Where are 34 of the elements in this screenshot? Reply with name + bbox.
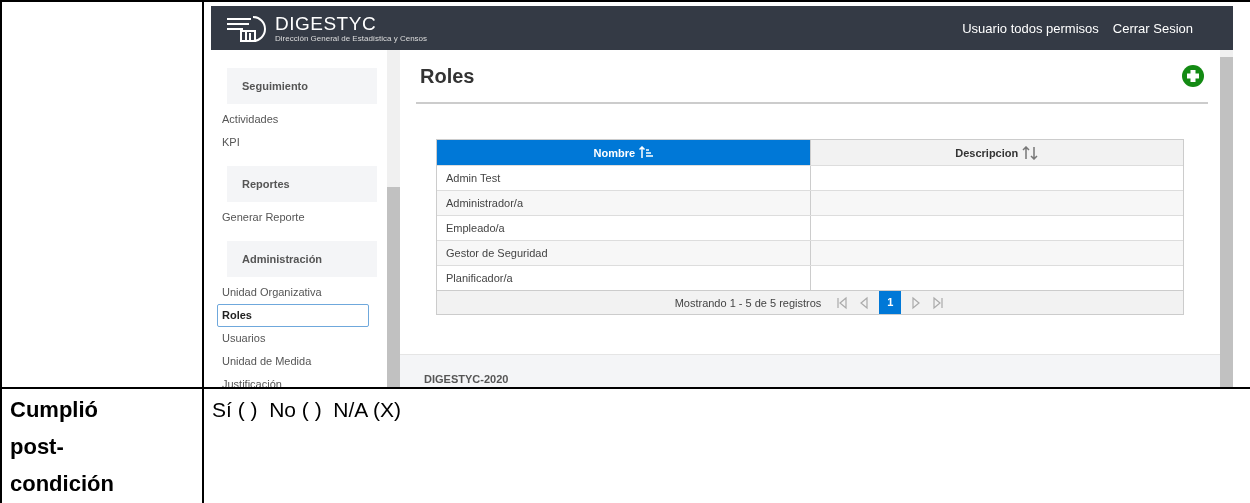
page-button[interactable]: 1	[879, 291, 902, 314]
scrollbar[interactable]	[387, 50, 400, 387]
table-cell-text: Planificador/a	[445, 271, 514, 286]
sidebar-heading: Administración	[227, 241, 377, 277]
logout-link[interactable]: Cerrar Sesion	[1112, 20, 1193, 36]
sidebar-item[interactable]: Unidad Organizativa	[217, 281, 369, 304]
criterion-answer: Sí ( ) No ( ) N/A (X)	[212, 398, 401, 421]
table-cell-text: Admin Test	[445, 171, 502, 186]
first-page-icon[interactable]	[835, 295, 850, 310]
logo-subtitle: Dirección General de Estadística y Censos	[275, 33, 428, 43]
sidebar-heading: Reportes	[227, 166, 377, 202]
criterion-label: Cumplió post-condición	[10, 396, 115, 498]
sidebar-item[interactable]: Generar Reporte	[217, 206, 369, 229]
table-cell-text: Empleado/a	[445, 221, 506, 236]
column-header[interactable]: Descripcion	[809, 140, 1183, 165]
column-header[interactable]: Nombre	[437, 140, 810, 165]
sidebar-item[interactable]: Roles	[217, 304, 369, 327]
table-cell-text: Gestor de Seguridad	[445, 246, 549, 261]
logo-text: DIGESTYC	[275, 13, 378, 34]
user-link[interactable]: Usuario todos permisos	[962, 20, 1099, 36]
pagination-summary: Mostrando 1 - 5 de 5 registros	[674, 296, 822, 309]
sort-icon	[1022, 145, 1039, 160]
sidebar-heading: Seguimiento	[227, 68, 377, 104]
sort-ascending-icon	[639, 146, 654, 159]
add-icon[interactable]	[1182, 65, 1204, 87]
table-cell-text: Administrador/a	[445, 196, 525, 211]
sidebar-item[interactable]: Unidad de Medida	[217, 350, 369, 373]
sidebar-item[interactable]: Usuarios	[217, 327, 369, 350]
scrollbar-thumb[interactable]	[387, 187, 400, 387]
last-page-icon[interactable]	[931, 295, 946, 310]
footer-text: DIGESTYC-2020	[424, 373, 509, 385]
sidebar-item[interactable]: Actividades	[217, 108, 369, 131]
page-title: Roles	[420, 64, 475, 88]
sidebar-item[interactable]: KPI	[217, 131, 369, 154]
